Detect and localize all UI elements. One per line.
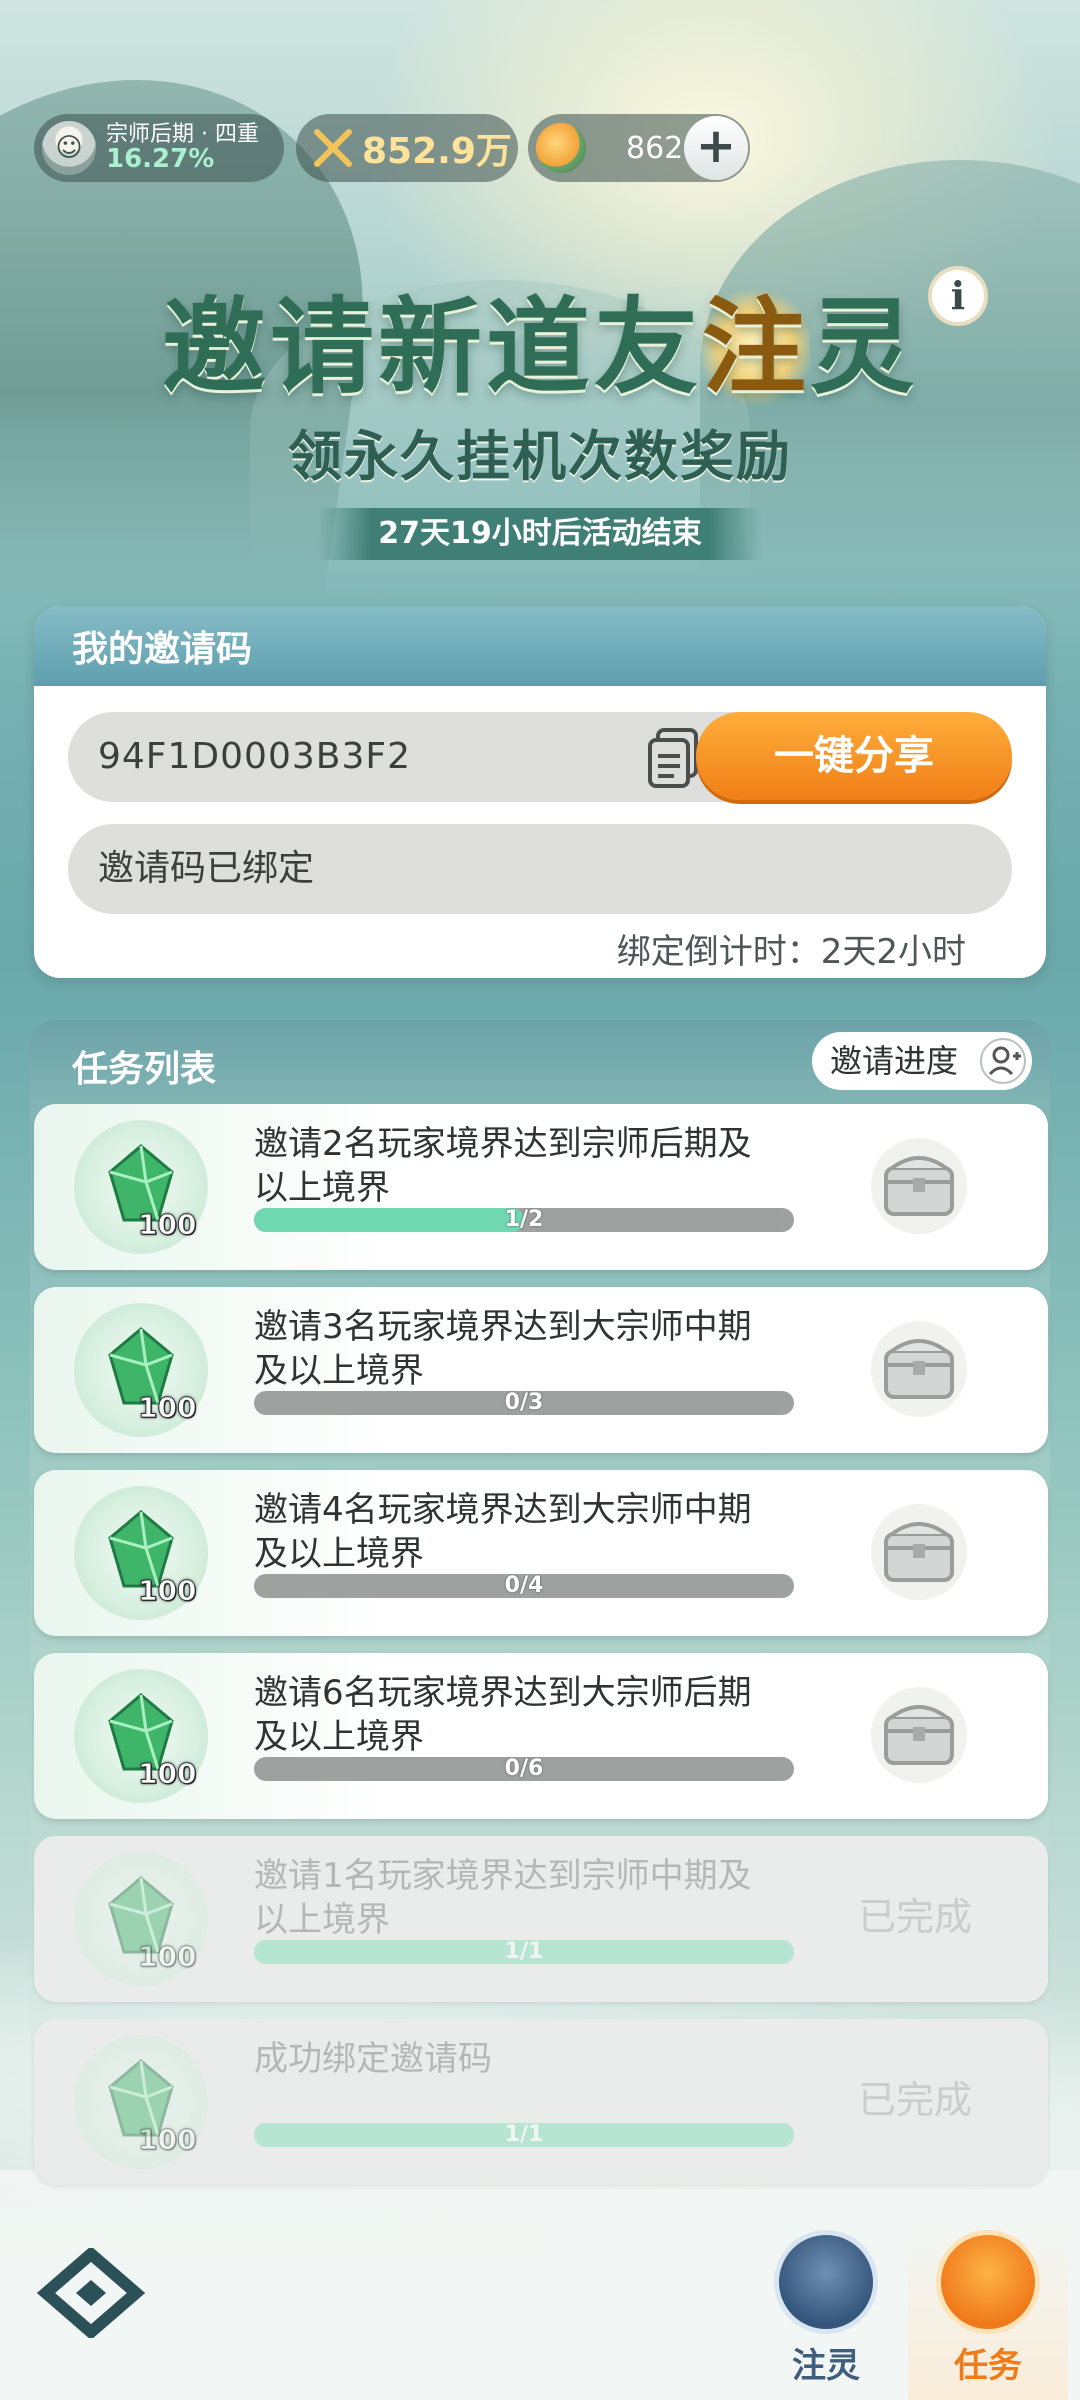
share-button[interactable]: 一键分享 <box>696 712 1012 800</box>
scroll-icon <box>936 2230 1040 2334</box>
spirit-coin-icon <box>536 123 586 173</box>
bound-status-field: 邀请码已绑定 <box>68 824 1012 914</box>
task-row[interactable]: 100 邀请2名玩家境界达到宗师后期及以上境界 1/2 <box>34 1104 1048 1270</box>
task-row[interactable]: 100 邀请1名玩家境界达到宗师中期及以上境界 1/1 已完成 <box>34 1836 1048 2002</box>
add-person-icon <box>980 1038 1026 1084</box>
reward-count: 100 <box>137 1757 197 1791</box>
rank-name: 宗师后期 · 四重 <box>106 121 259 147</box>
rank-pill[interactable]: ☺ 宗师后期 · 四重 16.27% <box>34 114 284 182</box>
task-progress-bar: 1/1 <box>254 2123 794 2147</box>
nav-spirit-label: 注灵 <box>792 2346 860 2386</box>
task-list-header: 任务列表 <box>72 1049 217 1090</box>
task-completed-label: 已完成 <box>858 2078 973 2122</box>
invite-progress-label: 邀请进度 <box>830 1042 959 1080</box>
task-title: 邀请2名玩家境界达到宗师后期及以上境界 <box>254 1124 752 1208</box>
leaf-icon <box>774 2230 878 2334</box>
menu-logo-icon[interactable] <box>36 2246 146 2340</box>
task-title: 邀请6名玩家境界达到大宗师后期及以上境界 <box>254 1673 752 1757</box>
title-highlight: 注 <box>701 286 810 408</box>
avatar: ☺ <box>42 121 96 175</box>
task-progress-bar: 0/4 <box>254 1574 794 1598</box>
task-title: 邀请3名玩家境界达到大宗师中期及以上境界 <box>254 1307 752 1391</box>
event-countdown: 27天19小时后活动结束 <box>318 508 762 560</box>
task-row[interactable]: 100 邀请3名玩家境界达到大宗师中期及以上境界 0/3 <box>34 1287 1048 1453</box>
task-row[interactable]: 100 成功绑定邀请码 1/1 已完成 <box>34 2019 1048 2185</box>
invite-code-card: 我的邀请码 94F1D0003B3F2 一键分享 邀请码已绑定 绑定倒计时：2天… <box>34 606 1046 978</box>
reward-count: 100 <box>137 1391 197 1425</box>
treasure-chest-icon[interactable] <box>864 1683 974 1787</box>
task-title: 邀请4名玩家境界达到大宗师中期及以上境界 <box>254 1490 752 1574</box>
treasure-chest-icon[interactable] <box>864 1317 974 1421</box>
task-progress-text: 0/3 <box>504 1391 544 1415</box>
task-progress-text: 0/6 <box>504 1757 544 1781</box>
reward-count: 100 <box>137 1574 197 1608</box>
add-currency-button[interactable]: + <box>684 116 748 180</box>
task-progress-bar: 0/6 <box>254 1757 794 1781</box>
rank-percent: 16.27% <box>106 143 215 174</box>
invite-card-header: 我的邀请码 <box>34 606 1046 686</box>
invite-code-value: 94F1D0003B3F2 <box>98 736 411 777</box>
task-progress-text: 1/1 <box>504 1940 544 1964</box>
reward-count: 100 <box>137 2123 197 2157</box>
power-value: 852.9万 <box>362 131 512 172</box>
nav-task-tab[interactable]: 任务 <box>908 2220 1068 2400</box>
task-row[interactable]: 100 邀请6名玩家境界达到大宗师后期及以上境界 0/6 <box>34 1653 1048 1819</box>
task-completed-label: 已完成 <box>858 1895 973 1939</box>
nav-spirit-tab[interactable]: 注灵 <box>746 2220 906 2400</box>
currency-pill: 8628 + <box>528 114 750 182</box>
task-progress-text: 0/4 <box>504 1574 544 1598</box>
copy-icon[interactable] <box>644 726 704 790</box>
task-progress-text: 1/2 <box>504 1208 544 1232</box>
treasure-chest-icon[interactable] <box>864 1500 974 1604</box>
task-progress-text: 1/1 <box>504 2123 544 2147</box>
power-pill: 852.9万 <box>296 114 518 182</box>
title-part-2: 灵 <box>810 286 919 408</box>
reward-count: 100 <box>137 1208 197 1242</box>
swords-icon <box>310 125 356 171</box>
event-subtitle: 领永久挂机次数奖励 <box>288 425 792 488</box>
task-row[interactable]: 100 邀请4名玩家境界达到大宗师中期及以上境界 0/4 <box>34 1470 1048 1636</box>
treasure-chest-icon[interactable] <box>864 1134 974 1238</box>
event-title: 邀请新道友注灵 <box>150 262 930 413</box>
task-progress-bar: 1/1 <box>254 1940 794 1964</box>
info-button[interactable]: i <box>928 266 988 326</box>
reward-count: 100 <box>137 1940 197 1974</box>
title-part-1: 邀请新道友 <box>161 286 702 408</box>
task-title: 邀请1名玩家境界达到宗师中期及以上境界 <box>254 1856 752 1940</box>
task-progress-bar: 1/2 <box>254 1208 794 1232</box>
task-progress-bar: 0/3 <box>254 1391 794 1415</box>
bind-countdown: 绑定倒计时：2天2小时 <box>616 932 966 972</box>
invite-progress-button[interactable]: 邀请进度 <box>812 1032 1032 1090</box>
nav-task-label: 任务 <box>954 2346 1022 2386</box>
task-title: 成功绑定邀请码 <box>254 2039 492 2079</box>
